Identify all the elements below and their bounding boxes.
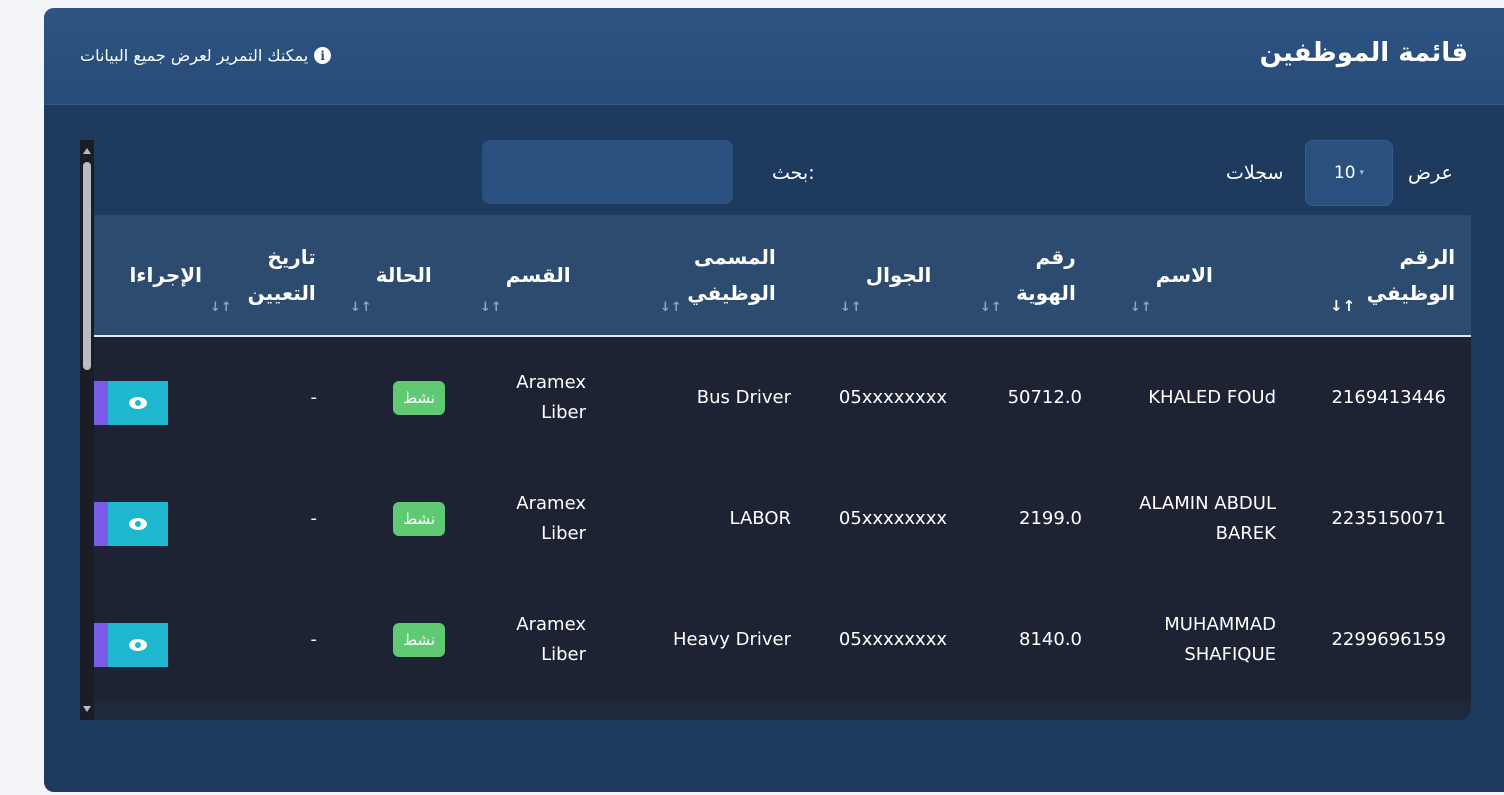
cell-job-title: Bus Driver (696, 386, 791, 408)
table-row: 2299696159 MUHAMMAD SHAFIQUE 8140.0 05xx… (80, 579, 1471, 700)
sort-icon: ↑↓ (350, 300, 372, 315)
cell-id-no: 50712.0 (1007, 386, 1082, 408)
page-length-select[interactable]: 10 ▾ (1305, 140, 1393, 206)
column-header-label: القسم (505, 263, 571, 287)
status-badge: نشط (393, 380, 445, 415)
sort-icon: ↑↓ (840, 300, 862, 315)
cell-status: نشط (370, 579, 445, 700)
scroll-hint-text: يمكنك التمرير لعرض جميع البيانات (80, 46, 309, 65)
cell-emp-no: 2235150071 (1331, 507, 1446, 529)
eye-icon (129, 518, 147, 530)
eye-icon (129, 397, 147, 409)
cell-status: نشط (370, 458, 445, 579)
view-button[interactable] (108, 381, 168, 425)
column-header-mobile[interactable]: الجوال ↑↓ (840, 215, 970, 335)
scrollbar-thumb[interactable] (83, 162, 91, 370)
status-badge: نشط (393, 501, 445, 536)
cell-job-title: LABOR (729, 507, 791, 529)
column-header-label: المسمى الوظيفي (687, 245, 776, 305)
cell-emp-no: 2169413446 (1331, 386, 1446, 408)
view-button[interactable] (108, 623, 168, 667)
cell-mobile: 05xxxxxxxx (838, 628, 947, 650)
cell-name: KHALED FOUd (1148, 386, 1276, 408)
status-badge: نشط (393, 622, 445, 657)
cell-hire-date: - (310, 507, 318, 529)
cell-id-no: 8140.0 (1019, 628, 1082, 650)
cell-hire-date: - (310, 386, 318, 408)
column-header-department[interactable]: القسم ↑↓ (480, 215, 600, 335)
search-input[interactable] (482, 140, 733, 204)
column-header-label: الجوال (865, 263, 932, 287)
table-panel: عرض 10 ▾ سجلات بحث: الرقم الوظيفي ↑↓ الا… (80, 140, 1471, 720)
table-controls: عرض 10 ▾ سجلات بحث: (80, 140, 1471, 215)
cell-mobile: 05xxxxxxxx (838, 507, 947, 529)
column-header-label: رقم الهوية (1016, 245, 1076, 305)
row-actions (94, 502, 168, 546)
page-length-value: 10 (1333, 163, 1356, 183)
sort-icon: ↑↓ (480, 300, 502, 315)
edit-button[interactable] (94, 502, 108, 546)
cell-hire-date: - (310, 628, 318, 650)
vertical-scrollbar[interactable] (80, 140, 94, 720)
column-header-emp-no[interactable]: الرقم الوظيفي ↑↓ (1330, 215, 1458, 335)
column-header-label: تاريخ التعيين (247, 245, 316, 305)
cell-name: MUHAMMAD SHAFIQUE (1164, 613, 1276, 665)
cell-job-title: Heavy Driver (672, 628, 791, 650)
row-actions (94, 623, 168, 667)
length-suffix-label: سجلات (1226, 162, 1284, 184)
view-button[interactable] (108, 502, 168, 546)
scroll-down-arrow-icon[interactable] (83, 706, 91, 712)
column-header-name[interactable]: الاسم ↑↓ (1130, 215, 1300, 335)
table-row: 2235150071 ALAMIN ABDUL BAREK 2199.0 05x… (80, 458, 1471, 579)
column-header-status[interactable]: الحالة ↑↓ (350, 215, 460, 335)
sort-asc-icon: ↑↓ (1330, 297, 1356, 315)
cell-department: Aramex Liber (516, 371, 586, 423)
cell-status: نشط (370, 337, 445, 458)
sort-icon: ↑↓ (210, 300, 232, 315)
length-prefix-label: عرض (1408, 162, 1453, 184)
cell-department: Aramex Liber (516, 613, 586, 665)
employees-card: قائمة الموظفين i يمكنك التمرير لعرض جميع… (44, 8, 1504, 792)
cell-mobile: 05xxxxxxxx (838, 386, 947, 408)
edit-button[interactable] (94, 623, 108, 667)
row-actions (94, 381, 168, 425)
cell-department: Aramex Liber (516, 492, 586, 544)
column-header-job-title[interactable]: المسمى الوظيفي ↑↓ (660, 215, 810, 335)
cell-id-no: 2199.0 (1019, 507, 1082, 529)
card-header: قائمة الموظفين i يمكنك التمرير لعرض جميع… (44, 8, 1504, 105)
column-header-hire-date[interactable]: تاريخ التعيين ↑↓ (210, 215, 330, 335)
column-header-label: الإجراءا (129, 263, 202, 287)
page-title: قائمة الموظفين (1259, 38, 1468, 68)
column-header-label: الحالة (375, 263, 432, 287)
scroll-hint: i يمكنك التمرير لعرض جميع البيانات (80, 46, 332, 65)
cell-name: ALAMIN ABDUL BAREK (1139, 492, 1276, 544)
chevron-down-icon: ▾ (1359, 168, 1365, 178)
cell-emp-no: 2299696159 (1331, 628, 1446, 650)
edit-button[interactable] (94, 381, 108, 425)
column-header-id-no[interactable]: رقم الهوية ↑↓ (980, 215, 1120, 335)
search-label: بحث: (772, 162, 815, 184)
info-icon: i (314, 47, 332, 64)
scroll-up-arrow-icon[interactable] (83, 148, 91, 154)
sort-icon: ↑↓ (660, 300, 682, 315)
table-header: الرقم الوظيفي ↑↓ الاسم ↑↓ رقم الهوية ↑↓ … (80, 215, 1471, 337)
column-header-label: الاسم (1155, 263, 1213, 287)
eye-icon (129, 639, 147, 651)
sort-icon: ↑↓ (980, 300, 1002, 315)
column-header-actions: الإجراءا (94, 215, 202, 335)
column-header-label: الرقم الوظيفي (1366, 245, 1456, 305)
table-row: 2169413446 KHALED FOUd 50712.0 05xxxxxxx… (80, 337, 1471, 458)
sort-icon: ↑↓ (1130, 300, 1152, 315)
